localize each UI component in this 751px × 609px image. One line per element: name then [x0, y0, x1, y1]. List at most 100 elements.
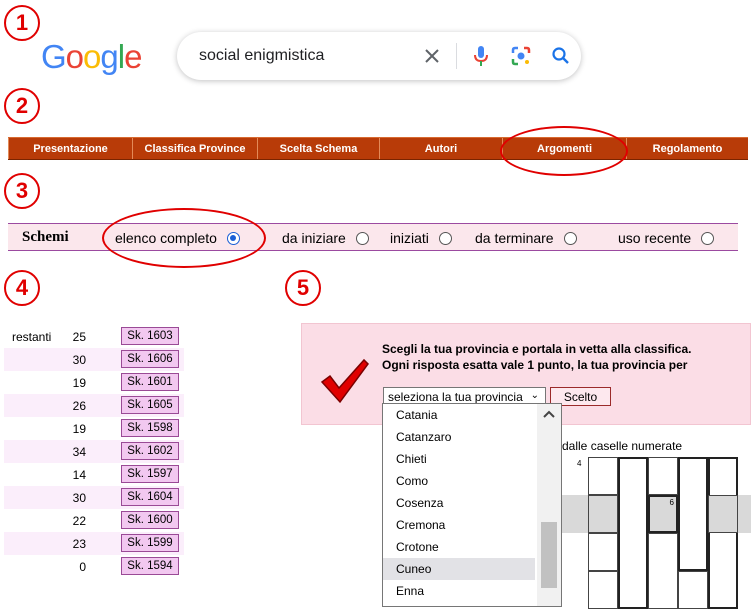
google-logo-letter: g: [100, 38, 118, 75]
scheme-remaining-count: 0: [79, 559, 86, 574]
search-divider: [456, 43, 457, 69]
step-marker-5: 5: [285, 270, 321, 306]
filter-option-label: da terminare: [475, 230, 554, 246]
grid-caption: dalle caselle numerate: [562, 439, 683, 453]
scheme-remaining-count: 19: [72, 421, 86, 436]
scrollbar-thumb[interactable]: [541, 522, 557, 588]
grid-cell[interactable]: [618, 457, 648, 609]
scheme-remaining-count: 25: [72, 329, 86, 344]
scheme-button[interactable]: Sk. 1600: [121, 511, 179, 529]
dropdown-option[interactable]: Cremona: [383, 514, 535, 536]
grid-cell[interactable]: 4: [577, 457, 618, 495]
schemes-list: restanti 25 Sk. 1603 30 Sk. 1606 19 Sk. …: [4, 325, 184, 578]
scheme-button[interactable]: Sk. 1603: [121, 327, 179, 345]
grid-cell: [738, 495, 751, 533]
dropdown-option[interactable]: Crotone: [383, 536, 535, 558]
search-input[interactable]: social enigmistica: [199, 47, 412, 65]
scheme-remaining-count: 14: [72, 467, 86, 482]
scheme-button[interactable]: Sk. 1601: [121, 373, 179, 391]
grid-cell[interactable]: [678, 457, 708, 571]
scheme-remaining-count: 30: [72, 352, 86, 367]
dropdown-option[interactable]: Catania: [383, 404, 535, 426]
scheme-button[interactable]: Sk. 1599: [121, 534, 179, 552]
menu-item-presentazione[interactable]: Presentazione: [8, 138, 132, 159]
filter-option-label: da iniziare: [282, 230, 346, 246]
highlight-ring-argomenti: [500, 126, 628, 176]
scheme-button[interactable]: Sk. 1602: [121, 442, 179, 460]
scheme-row: 26 Sk. 1605: [4, 394, 184, 417]
scheme-remaining-count: 23: [72, 536, 86, 551]
grid-cell[interactable]: [588, 533, 618, 571]
scheme-button[interactable]: Sk. 1598: [121, 419, 179, 437]
province-message-line1: Scegli la tua provincia e portala in vet…: [382, 342, 692, 356]
google-logo-letter: o: [65, 38, 84, 75]
grid-number: 6: [669, 498, 674, 507]
dropdown-option[interactable]: Cosenza: [383, 492, 535, 514]
scheme-row: 14 Sk. 1597: [4, 463, 184, 486]
search-box[interactable]: social enigmistica: [177, 32, 581, 80]
radio-icon[interactable]: [563, 231, 577, 245]
scheme-row: 22 Sk. 1600: [4, 509, 184, 532]
grid-cell: [562, 457, 588, 495]
grid-cell[interactable]: [708, 495, 738, 533]
grid-cell: [738, 457, 751, 609]
scheme-row: 34 Sk. 1602: [4, 440, 184, 463]
menu-item-autori[interactable]: Autori: [379, 138, 502, 159]
filter-option-label: iniziati: [390, 230, 429, 246]
scheme-button[interactable]: Sk. 1606: [121, 350, 179, 368]
scheme-button[interactable]: Sk. 1604: [121, 488, 179, 506]
dropdown-option[interactable]: Enna: [383, 580, 535, 602]
radio-icon[interactable]: [355, 231, 369, 245]
main-menu-bar: Presentazione Classifica Province Scelta…: [8, 137, 748, 160]
step-marker-3: 3: [4, 173, 40, 209]
scheme-row: 30 Sk. 1606: [4, 348, 184, 371]
grid-cell[interactable]: 6: [648, 495, 678, 533]
grid-cell[interactable]: [648, 533, 678, 609]
scheme-remaining-count: 30: [72, 490, 86, 505]
dropdown-option[interactable]: Catanzaro: [383, 426, 535, 448]
radio-icon[interactable]: [701, 231, 715, 245]
dropdown-option[interactable]: Como: [383, 470, 535, 492]
scheme-button[interactable]: Sk. 1597: [121, 465, 179, 483]
grid-cell[interactable]: [678, 571, 708, 609]
province-message: Scegli la tua provincia e portala in vet…: [382, 341, 691, 373]
step-marker-2: 2: [4, 88, 40, 124]
province-message-line2: Ogni risposta esatta vale 1 punto, la tu…: [382, 358, 688, 372]
google-logo[interactable]: Google: [41, 38, 142, 76]
highlight-ring-elenco-completo: [102, 208, 266, 268]
menu-item-regolamento[interactable]: Regolamento: [626, 138, 748, 159]
grid-cell[interactable]: [588, 571, 618, 609]
chevron-up-icon[interactable]: [543, 410, 555, 418]
lens-icon[interactable]: [501, 36, 541, 76]
dropdown-option[interactable]: Chieti: [383, 448, 535, 470]
scheme-row: 0 Sk. 1594: [4, 555, 184, 578]
grid-cell[interactable]: [708, 457, 738, 609]
grid-cell[interactable]: [648, 457, 678, 495]
filter-option-label: uso recente: [618, 230, 692, 246]
scheme-row: restanti 25 Sk. 1603: [4, 325, 184, 348]
dropdown-scrollbar[interactable]: [537, 404, 561, 606]
filter-option-da-iniziare[interactable]: da iniziare: [282, 230, 369, 246]
scheme-button[interactable]: Sk. 1605: [121, 396, 179, 414]
checkmark-icon: [320, 358, 369, 404]
scheme-button[interactable]: Sk. 1594: [121, 557, 179, 575]
google-logo-letter: e: [124, 38, 142, 75]
step-marker-1: 1: [4, 5, 40, 41]
scheme-row: 30 Sk. 1604: [4, 486, 184, 509]
menu-item-classifica-province[interactable]: Classifica Province: [132, 138, 257, 159]
search-icon[interactable]: [541, 36, 581, 76]
filter-option-iniziati[interactable]: iniziati: [390, 230, 452, 246]
scheme-remaining-count: 26: [72, 398, 86, 413]
scheme-remaining-count: 34: [72, 444, 86, 459]
scheme-remaining-count: 19: [72, 375, 86, 390]
dropdown-option-highlighted[interactable]: Cuneo: [383, 558, 535, 580]
filter-option-da-terminare[interactable]: da terminare: [475, 230, 577, 246]
filter-option-uso-recente[interactable]: uso recente: [618, 230, 715, 246]
grid-cell[interactable]: [588, 495, 618, 533]
province-dropdown-list[interactable]: Catania Catanzaro Chieti Como Cosenza Cr…: [382, 403, 562, 607]
close-icon[interactable]: [412, 36, 452, 76]
menu-item-scelta-schema[interactable]: Scelta Schema: [257, 138, 379, 159]
radio-icon[interactable]: [438, 231, 452, 245]
mic-icon[interactable]: [461, 36, 501, 76]
province-select-value: seleziona la tua provincia: [388, 389, 523, 404]
